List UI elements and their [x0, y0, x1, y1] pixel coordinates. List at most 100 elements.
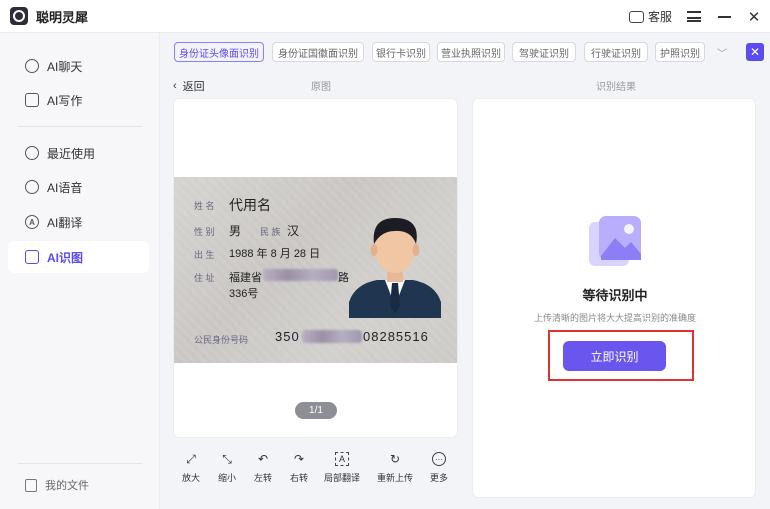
rotate-right-icon: ↷ [293, 452, 305, 466]
hamburger-icon [687, 11, 701, 22]
sidebar-item-ai-image-recognition[interactable]: AI识图 [8, 241, 149, 273]
reupload-icon: ↻ [389, 452, 401, 466]
tool-label: 重新上传 [377, 473, 414, 483]
sidebar-item-ai-translate[interactable]: A AI翻译 [8, 206, 149, 238]
sidebar-item-ai-chat[interactable]: AI聊天 [8, 50, 149, 82]
rotate-right-button[interactable]: ↷ 右转 [281, 452, 317, 484]
waiting-subtitle: 上传清晰的图片将大大提高识别的准确度 [533, 313, 696, 323]
address-suffix: 路 [338, 272, 349, 284]
app-title: 聪明灵犀 [36, 9, 89, 25]
waiting-title: 等待识别中 [582, 288, 648, 303]
tool-label: 左转 [253, 473, 272, 483]
sidebar-divider [18, 463, 142, 464]
tab-driver-license[interactable]: 驾驶证识别 [512, 42, 576, 62]
title-bar: 聪明灵犀 客服 ✕ [0, 0, 770, 33]
file-icon [25, 478, 37, 492]
tab-business-license[interactable]: 营业执照识别 [437, 42, 505, 62]
voice-icon [25, 180, 39, 194]
chevron-down-icon: ﹀ [717, 48, 727, 60]
sidebar: AI聊天 AI写作 最近使用 AI语音 A AI翻译 AI识图 我的文件 [0, 33, 160, 509]
sidebar-divider [18, 126, 142, 127]
close-icon: ✕ [747, 8, 761, 26]
id-card-image: 姓 名 代用名 性 别 男 民 族 汉 出 生 1988 年 8 月 28 日 … [174, 177, 457, 363]
chevron-left-icon: ‹ [173, 80, 177, 92]
tab-vehicle-license[interactable]: 行驶证识别 [584, 42, 648, 62]
image-scan-icon [25, 250, 39, 264]
address-field-label: 住 址 [194, 273, 215, 283]
tab-id-back[interactable]: 身份证国徽面识别 [272, 42, 364, 62]
edit-icon [25, 93, 39, 107]
partial-translate-button[interactable]: A 局部翻译 [324, 452, 360, 484]
zoom-out-button[interactable]: ⤡ 缩小 [209, 452, 245, 484]
close-icon: ✕ [749, 45, 761, 59]
sidebar-item-label: AI识图 [47, 250, 84, 265]
minimize-button[interactable] [716, 9, 732, 25]
tool-label: 放大 [181, 473, 200, 483]
collapse-panel-button[interactable]: ✕ [746, 43, 764, 61]
shrink-icon: ⤡ [222, 451, 232, 466]
sidebar-item-label: AI聊天 [47, 59, 83, 74]
id-number-label: 公民身份号码 [194, 335, 249, 345]
sidebar-item-recent[interactable]: 最近使用 [8, 137, 149, 169]
back-button[interactable]: ‹ 返回 [173, 78, 205, 94]
id-number-prefix: 350 [275, 329, 300, 344]
minimize-icon [717, 15, 731, 18]
tab-bank-card[interactable]: 银行卡识别 [372, 42, 430, 62]
translate-icon: A [25, 215, 39, 229]
result-panel: 等待识别中 上传清晰的图片将大大提高识别的准确度 立即识别 [472, 98, 756, 498]
ethnic-field-value: 汉 [287, 224, 300, 238]
result-label: 识别结果 [596, 82, 636, 93]
chat-bubble-icon [628, 10, 644, 23]
address-redacted [263, 269, 338, 281]
id-number-suffix: 08285516 [363, 329, 429, 344]
rotate-left-button[interactable]: ↶ 左转 [245, 452, 281, 484]
customer-service-label: 客服 [647, 10, 672, 24]
menu-button[interactable] [686, 9, 702, 25]
tool-label: 局部翻译 [324, 473, 361, 483]
id-number-redacted [302, 330, 362, 343]
address-prefix: 福建省 [229, 272, 262, 284]
partial-translate-icon: A [335, 452, 349, 466]
name-field-value: 代用名 [229, 197, 271, 213]
customer-service-button[interactable]: 客服 [628, 8, 672, 25]
image-placeholder-icon [589, 216, 641, 266]
tab-id-front[interactable]: 身份证头像面识别 [174, 42, 264, 62]
more-icon: ··· [432, 452, 446, 466]
name-field-label: 姓 名 [194, 201, 215, 211]
ethnic-field-label: 民 族 [260, 227, 281, 237]
recognition-type-tabs: 身份证头像面识别 身份证国徽面识别 银行卡识别 营业执照识别 驾驶证识别 行驶证… [160, 33, 770, 71]
sidebar-item-label: AI翻译 [47, 215, 83, 230]
original-image-panel: 姓 名 代用名 性 别 男 民 族 汉 出 生 1988 年 8 月 28 日 … [173, 98, 458, 438]
birth-field-value: 1988 年 8 月 28 日 [229, 248, 321, 260]
sidebar-item-label: AI语音 [47, 180, 83, 195]
tab-passport[interactable]: 护照识别 [655, 42, 705, 62]
portrait-photo [349, 218, 441, 318]
my-files-label: 我的文件 [45, 480, 89, 492]
zoom-in-button[interactable]: ⤢ 放大 [173, 452, 209, 484]
more-button[interactable]: ··· 更多 [421, 452, 457, 484]
gender-field-value: 男 [229, 224, 242, 238]
back-label: 返回 [182, 81, 205, 93]
sidebar-item-label: 最近使用 [47, 146, 96, 161]
tool-label: 缩小 [217, 473, 236, 483]
tool-label: 更多 [429, 473, 448, 483]
reupload-button[interactable]: ↻ 重新上传 [377, 452, 413, 484]
expand-icon: ⤢ [186, 451, 196, 466]
rotate-left-icon: ↶ [257, 452, 269, 466]
sidebar-item-ai-voice[interactable]: AI语音 [8, 171, 149, 203]
sidebar-item-my-files[interactable]: 我的文件 [8, 473, 149, 497]
app-logo-icon [10, 7, 28, 25]
address-line2: 336号 [229, 288, 259, 300]
sidebar-item-ai-writing[interactable]: AI写作 [8, 84, 149, 116]
original-image-label: 原图 [311, 82, 331, 93]
tool-label: 右转 [289, 473, 308, 483]
start-recognition-button[interactable]: 立即识别 [563, 341, 666, 371]
more-tabs-button[interactable]: ﹀ [712, 42, 732, 62]
chat-icon [25, 59, 39, 73]
sidebar-item-label: AI写作 [47, 93, 83, 108]
gender-field-label: 性 别 [194, 227, 215, 237]
clock-icon [25, 146, 39, 160]
close-window-button[interactable]: ✕ [746, 8, 762, 26]
birth-field-label: 出 生 [194, 250, 215, 260]
page-indicator: 1/1 [295, 402, 337, 419]
